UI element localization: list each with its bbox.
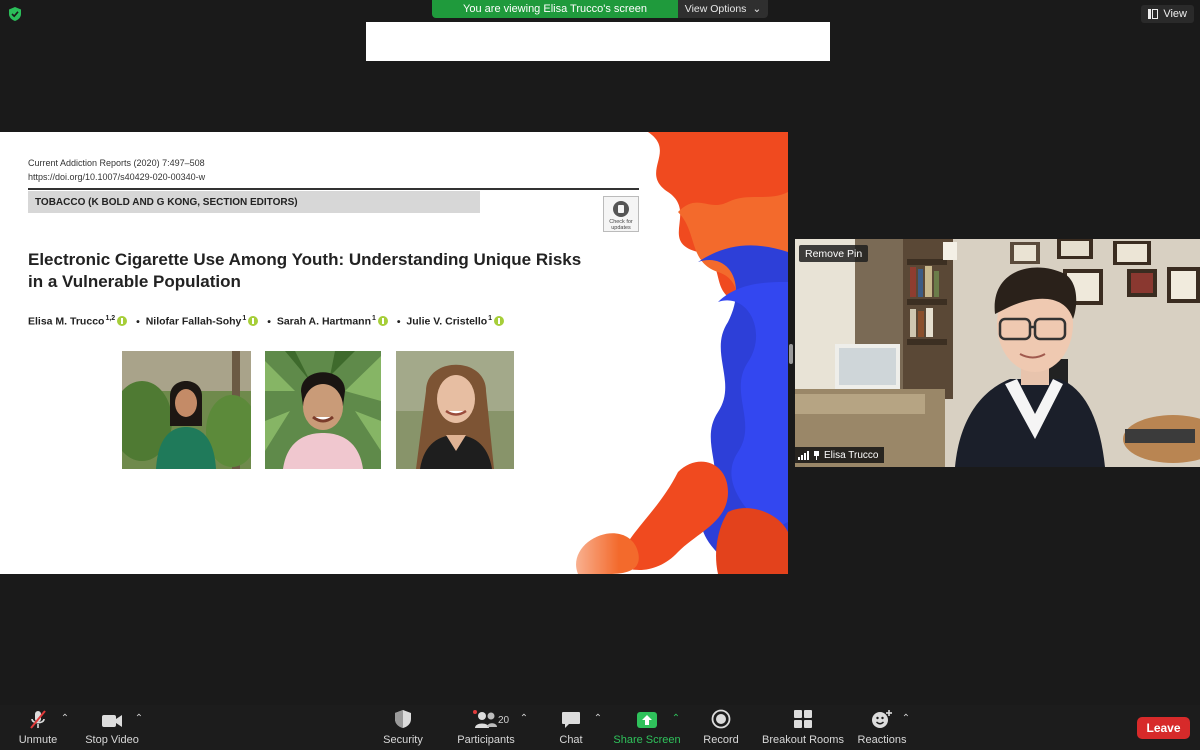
author-separator: • xyxy=(136,315,140,328)
breakout-rooms-label: Breakout Rooms xyxy=(762,734,844,746)
check-for-updates-badge[interactable]: Check for updates xyxy=(603,196,639,232)
doi-link[interactable]: https://doi.org/10.1007/s40429-020-00340… xyxy=(28,170,205,184)
shield-icon xyxy=(395,710,411,728)
shared-window-strip xyxy=(366,22,830,61)
breakout-rooms-icon xyxy=(794,710,812,728)
split-view-handle[interactable] xyxy=(789,344,793,364)
author-name: Sarah A. Hartmann xyxy=(276,315,371,328)
meeting-toolbar: Unmute ⌃ Stop Video ⌃ Security Participa… xyxy=(0,705,1200,750)
record-label: Record xyxy=(703,734,739,746)
ink-splash-image xyxy=(528,132,788,574)
encryption-shield-icon[interactable] xyxy=(8,7,22,21)
divider xyxy=(28,188,639,190)
bookmark-icon xyxy=(613,201,629,217)
author-separator: • xyxy=(396,315,401,328)
chat-caret-icon[interactable]: ⌃ xyxy=(593,714,603,724)
record-icon xyxy=(711,709,731,729)
view-options-button[interactable]: View Options ⌄ xyxy=(678,0,768,18)
participants-caret-icon[interactable]: ⌃ xyxy=(519,714,529,724)
security-button[interactable]: Security xyxy=(380,705,426,750)
stop-video-button[interactable]: Stop Video xyxy=(84,705,140,750)
author-affiliation: 1,2 xyxy=(105,315,116,322)
author-name: Elisa M. Trucco xyxy=(28,315,105,328)
orcid-icon xyxy=(377,315,388,326)
participants-count: 20 xyxy=(498,715,510,726)
chevron-down-icon: ⌄ xyxy=(752,3,762,15)
reactions-smiley-icon xyxy=(872,710,892,728)
author-photo xyxy=(265,351,381,469)
author-name: Julie V. Cristello xyxy=(406,315,488,328)
remove-pin-button[interactable]: Remove Pin xyxy=(799,245,869,262)
author-photo xyxy=(122,351,251,469)
shared-screen: Current Addiction Reports (2020) 7:497–5… xyxy=(0,132,788,574)
view-label: View xyxy=(1163,8,1187,20)
chat-button[interactable]: Chat xyxy=(556,705,586,750)
chat-label: Chat xyxy=(559,734,583,746)
orcid-icon xyxy=(248,315,259,326)
breakout-rooms-button[interactable]: Breakout Rooms xyxy=(762,705,844,750)
reactions-caret-icon[interactable]: ⌃ xyxy=(901,714,911,724)
video-options-caret-icon[interactable]: ⌃ xyxy=(134,714,144,724)
share-options-caret-icon[interactable]: ⌃ xyxy=(671,714,681,724)
viewing-label: You are viewing Elisa Trucco's screen xyxy=(432,0,678,18)
record-button[interactable]: Record xyxy=(702,705,740,750)
leave-button[interactable]: Leave xyxy=(1137,717,1190,739)
reactions-label: Reactions xyxy=(857,734,907,746)
check-updates-label: Check for updates xyxy=(609,219,633,231)
security-label: Security xyxy=(383,734,423,746)
orcid-icon xyxy=(117,315,128,326)
share-screen-icon xyxy=(637,712,657,728)
screen-share-banner: You are viewing Elisa Trucco's screen Vi… xyxy=(432,0,768,18)
section-heading: TOBACCO (K BOLD AND G KONG, SECTION EDIT… xyxy=(28,191,480,213)
participants-label: Participants xyxy=(457,734,515,746)
journal-line: Current Addiction Reports (2020) 7:497–5… xyxy=(28,158,205,168)
share-screen-label: Share Screen xyxy=(613,734,681,746)
participants-button[interactable]: Participants xyxy=(456,705,516,750)
participant-name-tag: Elisa Trucco xyxy=(795,447,885,463)
share-screen-button[interactable]: Share Screen xyxy=(613,705,681,750)
signal-strength-icon xyxy=(798,450,809,460)
author-affiliation: 1 xyxy=(488,315,493,322)
pin-icon xyxy=(813,450,820,460)
unmute-label: Unmute xyxy=(18,734,58,746)
author-separator: • xyxy=(267,315,271,328)
author-name: Nilofar Fallah-Sohy xyxy=(145,315,242,328)
journal-citation: Current Addiction Reports (2020) 7:497–5… xyxy=(28,156,205,184)
audio-options-caret-icon[interactable]: ⌃ xyxy=(60,714,70,724)
participant-video xyxy=(795,239,1200,467)
author-list: Elisa M. Trucco1,2 • Nilofar Fallah-Sohy… xyxy=(28,315,507,328)
video-camera-icon xyxy=(102,715,122,727)
chat-bubble-icon xyxy=(562,712,580,728)
author-affiliation: 1 xyxy=(242,315,247,322)
participant-video-tile[interactable]: Remove Pin Elisa Trucco xyxy=(795,239,1200,467)
author-affiliation: 1 xyxy=(371,315,376,322)
unmute-button[interactable]: Unmute xyxy=(14,705,62,750)
microphone-muted-icon xyxy=(30,710,46,729)
stop-video-label: Stop Video xyxy=(85,734,139,746)
reactions-button[interactable]: Reactions xyxy=(856,705,908,750)
layout-icon xyxy=(1148,9,1159,19)
paper-title: Electronic Cigarette Use Among Youth: Un… xyxy=(28,250,582,291)
view-options-label: View Options xyxy=(684,3,747,15)
participants-icon xyxy=(473,710,497,728)
author-photo xyxy=(396,351,514,469)
participant-name: Elisa Trucco xyxy=(824,449,879,461)
view-button[interactable]: View xyxy=(1141,5,1194,23)
orcid-icon xyxy=(494,315,505,326)
